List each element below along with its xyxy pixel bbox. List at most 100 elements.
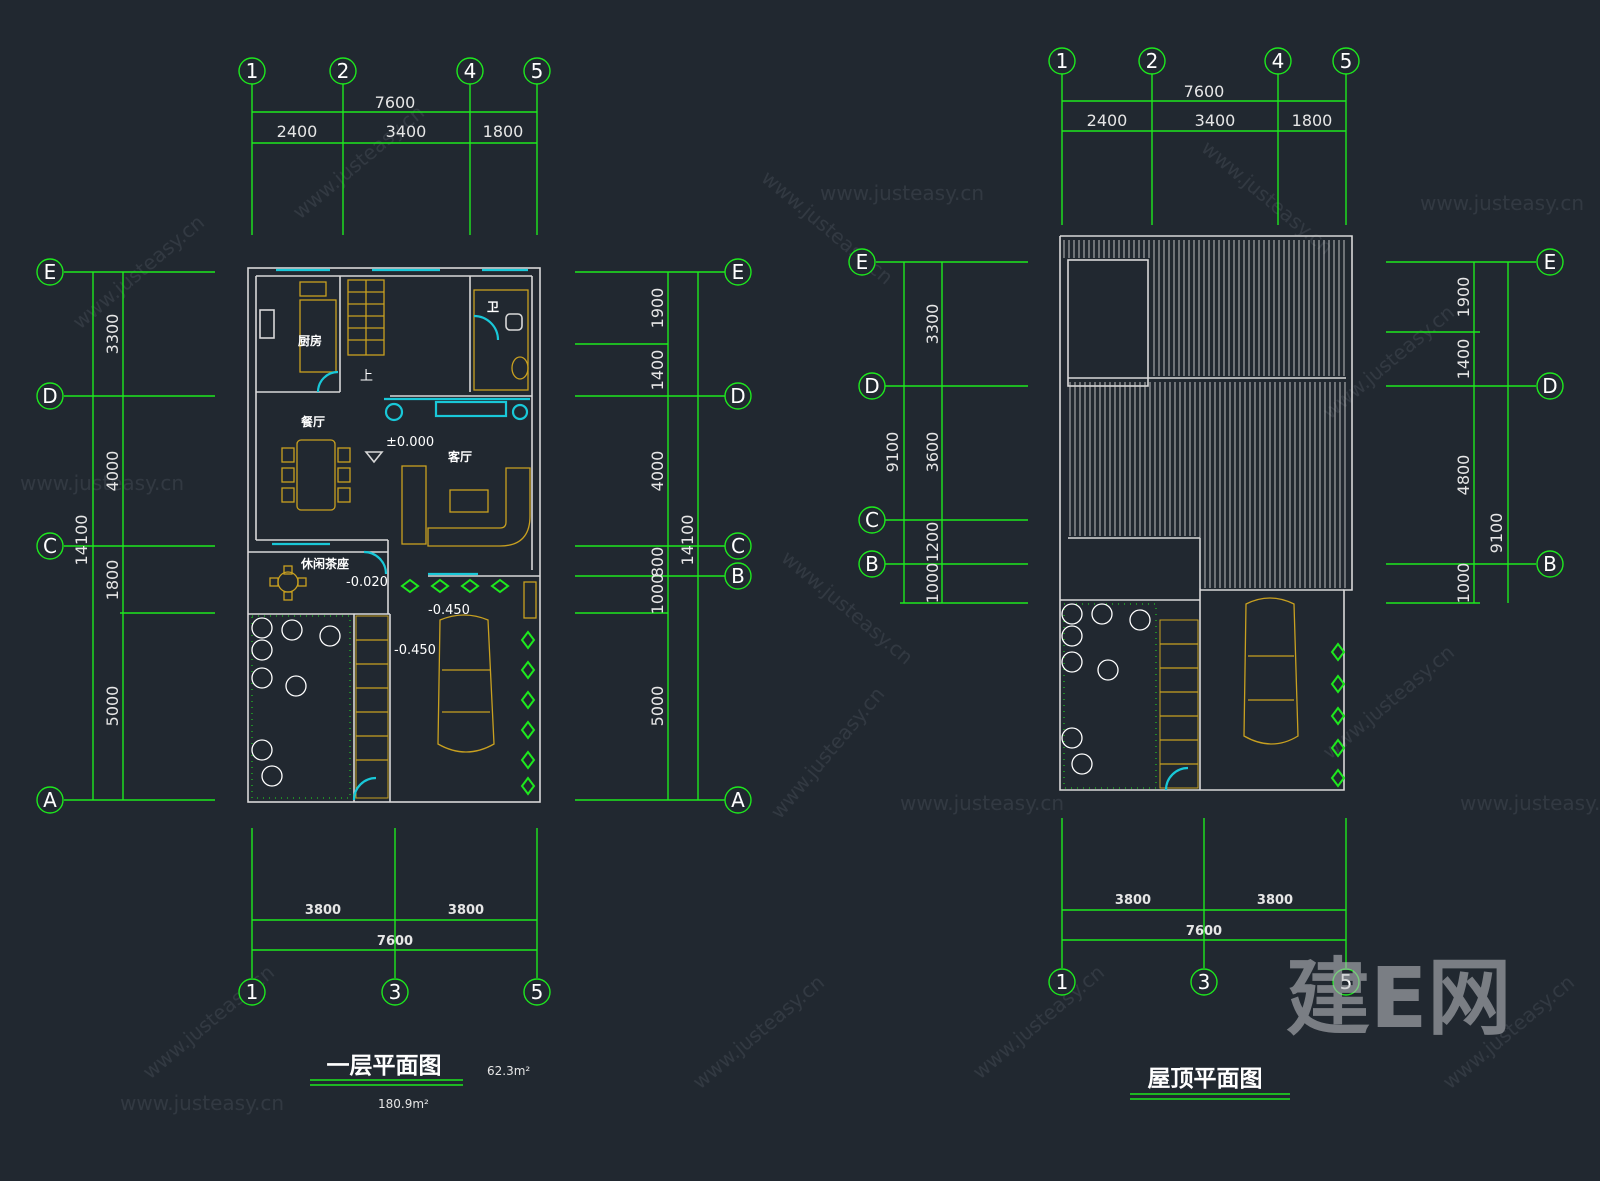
dim-right: 1400 bbox=[1454, 339, 1473, 380]
axis-label: D bbox=[42, 384, 57, 408]
ground-stair: 上 bbox=[347, 279, 385, 384]
dim-top: 2400 bbox=[1087, 111, 1128, 130]
drawing-title: 一层平面图 bbox=[327, 1053, 442, 1079]
dim-top: 3400 bbox=[1195, 111, 1236, 130]
axis-label: B bbox=[865, 552, 879, 576]
area-total: 180.9m² bbox=[378, 1097, 429, 1111]
level-mark: -0.450 bbox=[428, 603, 470, 618]
axis-label: 1 bbox=[246, 980, 259, 1004]
dim-total-bottom: 7600 bbox=[377, 934, 413, 949]
axis-label: B bbox=[731, 564, 745, 588]
dim-right: 800 bbox=[648, 547, 667, 578]
dim-top: 3400 bbox=[386, 122, 427, 141]
room-label-tearoom: 休闲茶座 bbox=[300, 556, 349, 571]
level-mark: ±0.000 bbox=[386, 435, 434, 450]
watermark-text: www.justeasy.cn bbox=[138, 960, 279, 1084]
dim-total-right: 9100 bbox=[1487, 513, 1506, 554]
room-label-dining: 餐厅 bbox=[301, 414, 325, 429]
dim-right: 1400 bbox=[648, 350, 667, 391]
axis-label: A bbox=[43, 788, 57, 812]
axis-label: 1 bbox=[1056, 49, 1069, 73]
axis-label: 5 bbox=[531, 980, 544, 1004]
kitchen: 厨房 bbox=[259, 281, 339, 393]
axis-label: 1 bbox=[1056, 970, 1069, 994]
bottom-dimensions: 3800 3800 7600 1 3 5 bbox=[238, 828, 551, 1006]
dim-left: 1000 bbox=[923, 563, 942, 604]
axis-label: C bbox=[731, 534, 745, 558]
dim-right: 4800 bbox=[1454, 455, 1473, 496]
dim-total-left: 14100 bbox=[72, 515, 91, 566]
roof-hatching bbox=[1063, 240, 1346, 588]
dining-room: 餐厅 ±0.000 bbox=[281, 414, 434, 511]
dim-total-right: 14100 bbox=[678, 515, 697, 566]
ground-walls bbox=[247, 267, 541, 803]
dim-right: 1900 bbox=[648, 288, 667, 329]
axis-label: E bbox=[732, 260, 745, 284]
watermark-text: www.justeasy.cn bbox=[968, 960, 1109, 1084]
dim-total-left: 9100 bbox=[883, 432, 902, 473]
level-mark: -0.450 bbox=[394, 643, 436, 658]
roof-right-dimensions: E D B 1900 1400 4800 1000 9100 bbox=[1386, 248, 1564, 604]
dim-left: 3300 bbox=[923, 304, 942, 345]
dim-bottom: 3800 bbox=[305, 903, 341, 918]
dim-left: 4000 bbox=[103, 451, 122, 492]
dim-left: 3300 bbox=[103, 314, 122, 355]
axis-label: 2 bbox=[1146, 49, 1159, 73]
roof-left-dimensions: E D C B 3300 3600 1200 1000 9100 bbox=[848, 248, 1028, 604]
watermark-text: www.justeasy.cn bbox=[1197, 135, 1338, 259]
tea-room: 休闲茶座 -0.020 bbox=[269, 550, 388, 601]
drawing-title: 屋顶平面图 bbox=[1148, 1066, 1263, 1092]
dim-total-top: 7600 bbox=[375, 93, 416, 112]
brand-watermark: 建E网 bbox=[1286, 949, 1511, 1047]
dim-bottom: 3800 bbox=[448, 903, 484, 918]
left-dimensions: E D C A 3300 4000 1800 5000 14100 bbox=[36, 258, 215, 814]
ground-floor-plan: 1 2 4 5 7600 2400 3400 1800 E D C A 3300… bbox=[36, 57, 752, 1111]
axis-label: 1 bbox=[246, 59, 259, 83]
axis-label: D bbox=[1542, 374, 1557, 398]
axis-label: B bbox=[1543, 552, 1557, 576]
axis-label: 4 bbox=[464, 59, 477, 83]
toilet: 卫 bbox=[473, 289, 529, 391]
dim-right: 1000 bbox=[648, 574, 667, 615]
cad-drawing: www.justeasy.cn www.justeasy.cn www.just… bbox=[20, 47, 1600, 1115]
roof-garden bbox=[1061, 597, 1346, 791]
dim-bottom: 3800 bbox=[1115, 893, 1151, 908]
room-label-living: 客厅 bbox=[447, 449, 472, 464]
axis-label: A bbox=[731, 788, 745, 812]
axis-label: 4 bbox=[1272, 49, 1285, 73]
watermark-text: www.justeasy.cn bbox=[688, 970, 829, 1094]
watermark-text: www.justeasy.cn bbox=[120, 1091, 284, 1115]
living-room: 客厅 bbox=[384, 400, 531, 547]
dim-total-top: 7600 bbox=[1184, 82, 1225, 101]
watermark-text: www.justeasy.cn bbox=[288, 100, 429, 224]
dim-left: 1200 bbox=[923, 522, 942, 563]
watermark-text: www.justeasy.cn bbox=[1460, 791, 1600, 815]
dim-right: 4000 bbox=[648, 451, 667, 492]
roof-title-block: 屋顶平面图 bbox=[1130, 1066, 1290, 1100]
axis-label: 3 bbox=[389, 980, 402, 1004]
dim-right: 1000 bbox=[1454, 563, 1473, 604]
dim-left: 1800 bbox=[103, 560, 122, 601]
roof-top-axis-bubbles: 1 2 4 5 bbox=[1048, 47, 1360, 75]
dim-top: 2400 bbox=[277, 122, 318, 141]
roof-outline bbox=[1059, 235, 1353, 791]
dim-left: 5000 bbox=[103, 686, 122, 727]
top-axis-bubbles: 1 2 4 5 bbox=[238, 57, 551, 85]
axis-label: E bbox=[44, 260, 57, 284]
dim-right: 5000 bbox=[648, 686, 667, 727]
axis-label: 5 bbox=[531, 59, 544, 83]
axis-label: C bbox=[43, 534, 57, 558]
axis-label: 3 bbox=[1198, 970, 1211, 994]
right-dimensions: E D C B A 1900 1400 4000 800 1000 5000 1… bbox=[575, 258, 752, 814]
watermark-text: www.justeasy.cn bbox=[820, 181, 984, 205]
area-label: 62.3m² bbox=[487, 1064, 530, 1078]
watermark-text: www.justeasy.cn bbox=[1420, 191, 1584, 215]
room-label-kitchen: 厨房 bbox=[298, 333, 322, 348]
dim-left: 3600 bbox=[923, 432, 942, 473]
axis-label: E bbox=[1544, 250, 1557, 274]
watermark-text: www.justeasy.cn bbox=[765, 682, 889, 823]
front-garden: -0.450 -0.450 bbox=[251, 603, 470, 801]
level-mark: -0.020 bbox=[346, 575, 388, 590]
dim-total-bottom: 7600 bbox=[1186, 924, 1222, 939]
stair-label: 上 bbox=[360, 369, 373, 384]
